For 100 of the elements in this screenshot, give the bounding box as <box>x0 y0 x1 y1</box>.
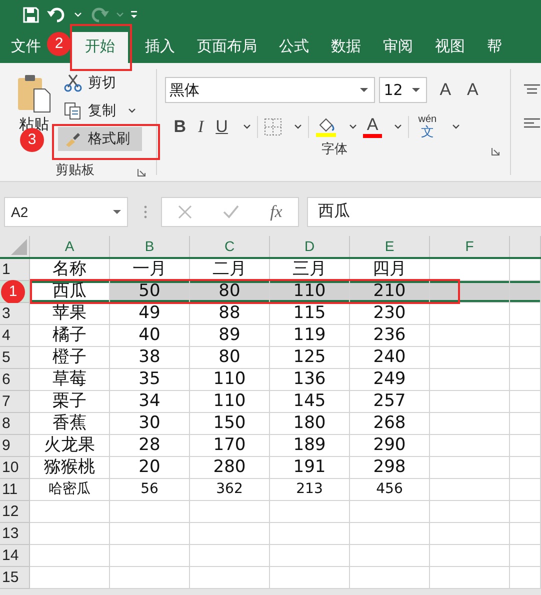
ribbon-tab[interactable]: 开始 <box>72 32 128 63</box>
phonetic-guide-button[interactable]: wén 文 <box>415 115 440 138</box>
clipboard-button[interactable]: 格式刷 <box>58 127 142 151</box>
table-cell: 80 <box>190 347 270 369</box>
table-cell: 香蕉 <box>30 413 110 435</box>
table-cell: 哈密瓜 <box>30 479 110 501</box>
row-header[interactable]: 3 <box>0 303 30 325</box>
name-box[interactable]: A2 <box>4 197 128 227</box>
underline-button[interactable]: U <box>212 116 231 136</box>
table-cell: 火龙果 <box>30 435 110 457</box>
row-header[interactable]: 9 <box>0 435 30 457</box>
row-header[interactable]: 6 <box>0 369 30 391</box>
table-cell: 280 <box>190 457 270 479</box>
table-cell <box>510 369 541 391</box>
ribbon-tab[interactable]: 文件 <box>6 32 46 63</box>
ribbon-tab[interactable]: 数据 <box>326 32 366 63</box>
highlight-frame <box>70 24 132 71</box>
column-header[interactable]: F <box>430 236 510 257</box>
insert-function-button[interactable]: fx <box>270 202 282 222</box>
table-cell <box>510 545 541 567</box>
column-header[interactable]: C <box>190 236 270 257</box>
bold-button[interactable]: B <box>170 116 189 136</box>
table-cell <box>510 523 541 545</box>
table-cell: 290 <box>350 435 430 457</box>
table-cell: 56 <box>110 479 190 501</box>
border-icon[interactable] <box>264 118 282 136</box>
font-name-field[interactable]: 黑体 <box>164 77 375 103</box>
caret-icon[interactable] <box>294 124 302 130</box>
column-header[interactable]: D <box>270 236 350 257</box>
table-cell <box>510 567 541 589</box>
caret-icon[interactable] <box>348 124 357 130</box>
row-header[interactable]: 14 <box>0 545 30 567</box>
dialog-launcher-icon[interactable] <box>491 147 500 156</box>
table-cell: 170 <box>190 435 270 457</box>
table-cell: 20 <box>110 457 190 479</box>
fill-color-icon[interactable] <box>314 116 337 136</box>
caret-icon[interactable] <box>242 124 251 130</box>
caret-icon[interactable] <box>452 124 460 130</box>
group-label: 字体 <box>321 141 348 158</box>
ribbon-tab[interactable]: 插入 <box>140 32 180 63</box>
table-cell: 362 <box>190 479 270 501</box>
column-header[interactable]: E <box>350 236 430 257</box>
clipboard-button[interactable]: 复制 <box>58 99 142 123</box>
row-header[interactable]: 5 <box>0 347 30 369</box>
row-header[interactable]: 1 <box>0 259 30 281</box>
check-icon[interactable] <box>222 205 239 219</box>
row-header[interactable]: 10 <box>0 457 30 479</box>
ribbon-tab[interactable]: 视图 <box>430 32 470 63</box>
copy-icon <box>64 102 82 120</box>
table-cell: 230 <box>350 303 430 325</box>
caret-icon <box>128 108 136 114</box>
clipboard-button[interactable]: 剪切 <box>58 71 142 95</box>
row-header[interactable]: 11 <box>0 479 30 501</box>
paintbrush-icon <box>64 130 82 148</box>
table-cell <box>510 281 541 303</box>
font-size-field[interactable]: 12 <box>378 77 427 103</box>
row-header[interactable]: 8 <box>0 413 30 435</box>
table-cell: 西瓜 <box>30 281 110 303</box>
ribbon-tab[interactable]: 公式 <box>274 32 314 63</box>
table-cell: 210 <box>350 281 430 303</box>
table-cell: 249 <box>350 369 430 391</box>
customize-icon[interactable] <box>130 10 138 20</box>
ribbon-tab[interactable]: 帮 <box>482 32 507 63</box>
table-cell: 257 <box>350 391 430 413</box>
row-header[interactable]: 13 <box>0 523 30 545</box>
table-cell <box>510 435 541 457</box>
dialog-launcher-icon[interactable] <box>136 168 146 177</box>
caret-icon[interactable] <box>394 124 402 130</box>
ribbon-tab[interactable]: 审阅 <box>378 32 418 63</box>
font-color-button[interactable]: A <box>362 116 382 138</box>
grow-font-button[interactable]: A <box>436 80 454 100</box>
table-cell: 189 <box>270 435 350 457</box>
table-cell: 236 <box>350 325 430 347</box>
table-cell <box>510 413 541 435</box>
table-cell <box>510 479 541 501</box>
table-cell: 栗子 <box>30 391 110 413</box>
table-cell: 150 <box>190 413 270 435</box>
table-cell: 268 <box>350 413 430 435</box>
table-cell: 180 <box>270 413 350 435</box>
table-cell: 草莓 <box>30 369 110 391</box>
save-icon[interactable] <box>22 6 40 24</box>
table-cell <box>510 457 541 479</box>
row-header[interactable]: 4 <box>0 325 30 347</box>
table-cell: 125 <box>270 347 350 369</box>
dropdown-arrow-icon <box>360 87 368 93</box>
table-cell: 88 <box>190 303 270 325</box>
row-header[interactable]: 7 <box>0 391 30 413</box>
row-header[interactable]: 12 <box>0 501 30 523</box>
row-header[interactable]: 15 <box>0 567 30 589</box>
italic-button[interactable]: I <box>194 116 207 136</box>
table-cell: 191 <box>270 457 350 479</box>
formula-field[interactable]: 西瓜 <box>307 197 541 227</box>
column-header[interactable]: B <box>110 236 190 257</box>
table-cell: 38 <box>110 347 190 369</box>
shrink-font-button[interactable]: A <box>464 80 482 100</box>
table-cell: 35 <box>110 369 190 391</box>
row-header[interactable]: 1 <box>0 281 30 303</box>
column-header[interactable]: A <box>30 236 110 257</box>
table-cell: 猕猴桃 <box>30 457 110 479</box>
ribbon-tab[interactable]: 页面布局 <box>192 32 262 63</box>
